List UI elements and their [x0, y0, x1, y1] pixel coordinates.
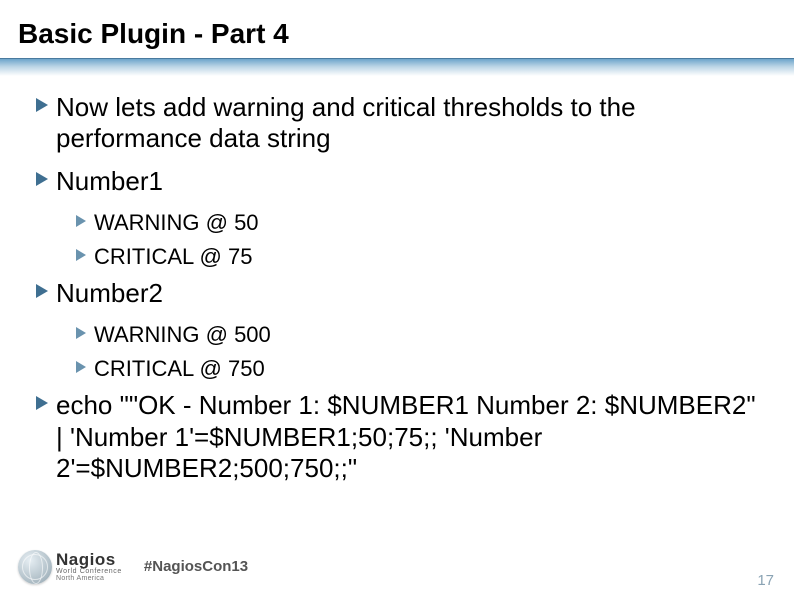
bullet-item: Number2 — [36, 278, 764, 309]
bullet-arrow-icon — [76, 360, 88, 374]
logo-subtitle: World Conference — [56, 568, 122, 575]
sub-bullet-item: CRITICAL @ 750 — [76, 356, 764, 382]
bullet-text: WARNING @ 500 — [94, 322, 764, 348]
globe-icon — [18, 550, 52, 584]
footer: Nagios World Conference North America #N… — [0, 544, 794, 589]
bullet-item: Now lets add warning and critical thresh… — [36, 92, 764, 154]
slide-title: Basic Plugin - Part 4 — [0, 0, 794, 58]
bullet-arrow-icon — [36, 394, 50, 412]
bullet-text: CRITICAL @ 750 — [94, 356, 764, 382]
sub-bullet-item: WARNING @ 500 — [76, 322, 764, 348]
bullet-text: Now lets add warning and critical thresh… — [56, 92, 764, 154]
nagios-logo: Nagios World Conference North America — [18, 550, 122, 584]
bullet-arrow-icon — [36, 96, 50, 114]
bullet-text: Number1 — [56, 166, 764, 197]
bullet-arrow-icon — [36, 282, 50, 300]
logo-region: North America — [56, 575, 122, 582]
bullet-arrow-icon — [36, 170, 50, 188]
slide-content: Now lets add warning and critical thresh… — [0, 76, 794, 484]
logo-brand: Nagios — [56, 551, 122, 568]
hashtag: #NagiosCon13 — [144, 558, 248, 575]
bullet-arrow-icon — [76, 214, 88, 228]
bullet-text: WARNING @ 50 — [94, 210, 764, 236]
bullet-arrow-icon — [76, 248, 88, 262]
bullet-arrow-icon — [76, 326, 88, 340]
slide: Basic Plugin - Part 4 Now lets add warni… — [0, 0, 794, 595]
bullet-text: CRITICAL @ 75 — [94, 244, 764, 270]
bullet-text: echo ""OK - Number 1: $NUMBER1 Number 2:… — [56, 390, 764, 484]
bullet-item: echo ""OK - Number 1: $NUMBER1 Number 2:… — [36, 390, 764, 484]
bullet-item: Number1 — [36, 166, 764, 197]
logo-text: Nagios World Conference North America — [56, 551, 122, 582]
bullet-text: Number2 — [56, 278, 764, 309]
page-number: 17 — [757, 572, 774, 589]
sub-bullet-item: WARNING @ 50 — [76, 210, 764, 236]
title-underline — [0, 58, 794, 76]
sub-bullet-item: CRITICAL @ 75 — [76, 244, 764, 270]
